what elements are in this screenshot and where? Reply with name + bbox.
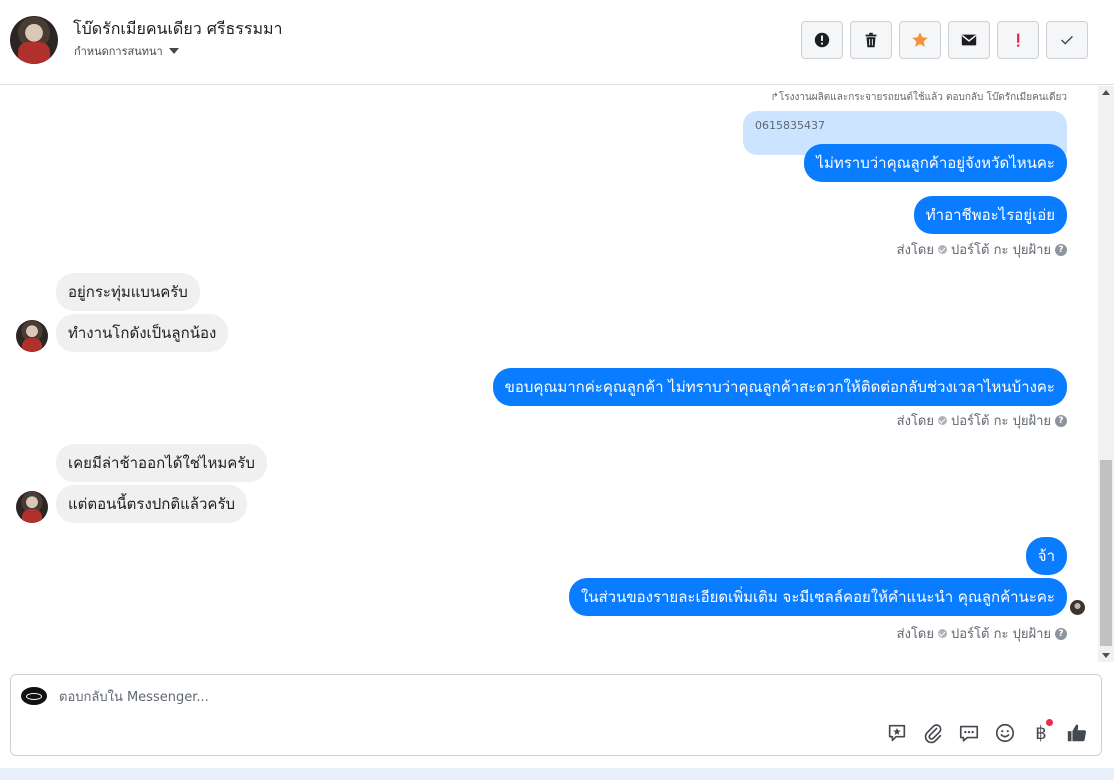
outgoing-message[interactable]: ไม่ทราบว่าคุณลูกค้าอยู่จังหวัดไหนคะ: [804, 144, 1067, 182]
contact-avatar-small[interactable]: [16, 491, 48, 523]
thread-scrollbar[interactable]: [1098, 86, 1114, 662]
outgoing-message[interactable]: จ้า: [1025, 537, 1067, 575]
inbox-conversation-view: โบ๊ดรักเมียคนเดียว ศรีธรรมมา กำหนดการสนท…: [0, 0, 1114, 780]
smiley-icon: [995, 723, 1015, 743]
exclamation-icon: [1017, 33, 1020, 47]
help-icon[interactable]: ?: [1055, 414, 1067, 427]
assign-label: กำหนดการสนทนา: [74, 45, 163, 58]
help-icon[interactable]: ?: [1055, 243, 1067, 256]
incoming-message[interactable]: ทำงานโกดังเป็นลูกน้อง: [56, 314, 229, 352]
assign-conversation-dropdown[interactable]: กำหนดการสนทนา: [74, 42, 179, 60]
outgoing-message[interactable]: ขอบคุณมากค่ะคุณลูกค้า ไม่ทราบว่าคุณลูกค้…: [492, 368, 1067, 406]
baht-icon: ฿: [1035, 722, 1047, 744]
contact-name[interactable]: โบ๊ดรักเมียคนเดียว ศรีธรรมมา: [73, 17, 283, 42]
incoming-message[interactable]: เคยมีล่าช้าออกได้ใช่ไหมครับ: [56, 444, 267, 482]
sent-by-label: ส่งโดย ปอร์โต้ กะ ปุยฝ้าย ?: [897, 410, 1067, 431]
sent-by-label: ส่งโดย ปอร์โต้ กะ ปุยฝ้าย ?: [897, 623, 1067, 644]
attach-file-button[interactable]: [921, 721, 945, 745]
sent-by-label: ส่งโดย ปอร์โต้ กะ ปุยฝ้าย ?: [897, 239, 1067, 260]
verified-check-icon: [938, 416, 947, 425]
quick-replies-button[interactable]: [957, 721, 981, 745]
incoming-message[interactable]: อยู่กระทุ่มแบนครับ: [56, 273, 200, 311]
contact-avatar[interactable]: [10, 16, 58, 64]
star-button[interactable]: [899, 21, 941, 59]
bottom-panel-strip: [0, 768, 1114, 780]
outgoing-message[interactable]: ทำอาชีพอะไรอยู่เอ่ย: [913, 196, 1067, 234]
conversation-toolbar: [801, 21, 1088, 59]
follow-up-button[interactable]: [997, 21, 1039, 59]
mark-done-button[interactable]: [1046, 21, 1088, 59]
reply-input[interactable]: [59, 687, 959, 707]
contact-avatar-small[interactable]: [16, 320, 48, 352]
page-logo-icon: [21, 687, 47, 705]
alert-circle-icon: [814, 32, 830, 48]
scroll-down-arrow-icon[interactable]: [1102, 653, 1110, 658]
payment-button[interactable]: ฿: [1029, 719, 1053, 745]
message-composer: ฿: [10, 674, 1102, 756]
saved-reply-button[interactable]: [885, 721, 909, 745]
composer-tools: ฿: [885, 719, 1089, 745]
send-like-button[interactable]: [1065, 721, 1089, 745]
scroll-up-arrow-icon[interactable]: [1102, 90, 1110, 95]
scroll-thumb[interactable]: [1100, 460, 1112, 646]
paperclip-icon: [924, 724, 942, 744]
read-receipt-avatar: [1070, 600, 1085, 615]
report-spam-button[interactable]: [801, 21, 843, 59]
verified-check-icon: [938, 629, 947, 638]
outgoing-message[interactable]: ในส่วนของรายละเอียดเพิ่มเติม จะมีเซลล์คอ…: [568, 578, 1067, 616]
speech-star-icon: [888, 724, 906, 742]
help-icon[interactable]: ?: [1055, 627, 1067, 640]
conversation-header: โบ๊ดรักเมียคนเดียว ศรีธรรมมา กำหนดการสนท…: [0, 0, 1114, 85]
envelope-icon: [961, 34, 977, 46]
notification-dot: [1046, 719, 1053, 726]
mark-unread-button[interactable]: [948, 21, 990, 59]
reply-arrow-icon: ↱: [770, 92, 779, 103]
reply-context-note: ↱โรงงานผลิตและกระจายรถยนต์ใช้แล้ว ตอบกลั…: [770, 92, 1067, 103]
verified-check-icon: [938, 245, 947, 254]
checkmark-icon: [1061, 35, 1073, 45]
trash-icon: [865, 32, 877, 48]
incoming-message[interactable]: แต่ตอนนี้ตรงปกติแล้วครับ: [56, 485, 248, 523]
caret-down-icon: [168, 48, 179, 54]
delete-button[interactable]: [850, 21, 892, 59]
chat-bubble-icon: [959, 725, 979, 742]
star-icon: [912, 32, 928, 47]
message-thread[interactable]: ↱โรงงานผลิตและกระจายรถยนต์ใช้แล้ว ตอบกลั…: [0, 86, 1098, 662]
emoji-button[interactable]: [993, 721, 1017, 745]
thumbs-up-icon: [1067, 724, 1087, 742]
